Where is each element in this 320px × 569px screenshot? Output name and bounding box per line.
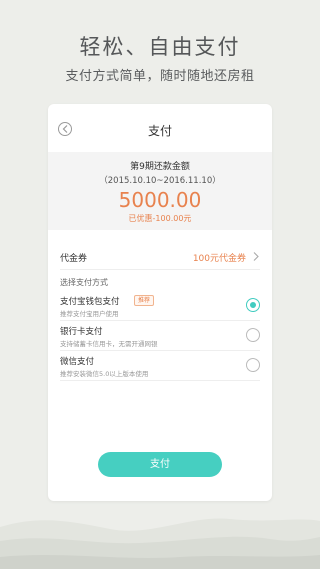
method-name: 支付宝钱包支付 [60, 297, 120, 307]
bill-discount: 已优惠-100.00元 [128, 214, 192, 223]
method-desc: 支持储蓄卡信用卡，无需开通网银 [60, 340, 158, 348]
coupon-value: 100元代金券 [192, 254, 246, 264]
radio-alipay[interactable] [246, 298, 260, 312]
card-header: 支付 [48, 104, 272, 152]
bill-title: 第9期还款金额 [130, 162, 190, 172]
card-title: 支付 [147, 124, 172, 138]
bill-summary: 第9期还款金额 （2015.10.10~2016.11.10） 5000.00 … [48, 152, 272, 230]
method-desc: 推荐支付宝用户使用 [60, 310, 119, 318]
payment-method-bankcard[interactable]: 银行卡支付 支持储蓄卡信用卡，无需开通网银 [60, 321, 260, 351]
chevron-right-icon [253, 252, 259, 261]
spacer [48, 230, 272, 244]
payment-method-wechat[interactable]: 微信支付 推荐安装微信5.0以上版本使用 [60, 351, 260, 381]
hero-subtitle: 支付方式简单，随时随地还房租 [65, 69, 255, 84]
payment-card: 支付 第9期还款金额 （2015.10.10~2016.11.10） 5000.… [48, 104, 272, 501]
bill-period: （2015.10.10~2016.11.10） [99, 176, 221, 186]
method-desc: 推荐安装微信5.0以上版本使用 [60, 370, 149, 378]
payment-method-alipay[interactable]: 支付宝钱包支付 推荐 推荐支付宝用户使用 [60, 291, 260, 321]
screen: 轻松、自由支付 支付方式简单，随时随地还房租 支付 第9期还款金额 （2015.… [0, 0, 320, 569]
pay-button[interactable]: 支付 [98, 452, 222, 477]
method-name: 微信支付 [60, 357, 95, 367]
method-name: 银行卡支付 [60, 327, 103, 337]
coupon-row[interactable]: 代金券 100元代金券 [60, 244, 260, 270]
recommended-badge: 推荐 [134, 295, 155, 306]
radio-bankcard[interactable] [246, 328, 260, 342]
radio-wechat[interactable] [246, 358, 260, 372]
payment-methods-label: 选择支付方式 [60, 278, 108, 287]
bill-amount: 5000.00 [118, 188, 202, 212]
hero-title: 轻松、自由支付 [79, 35, 241, 59]
coupon-label: 代金券 [60, 254, 88, 264]
